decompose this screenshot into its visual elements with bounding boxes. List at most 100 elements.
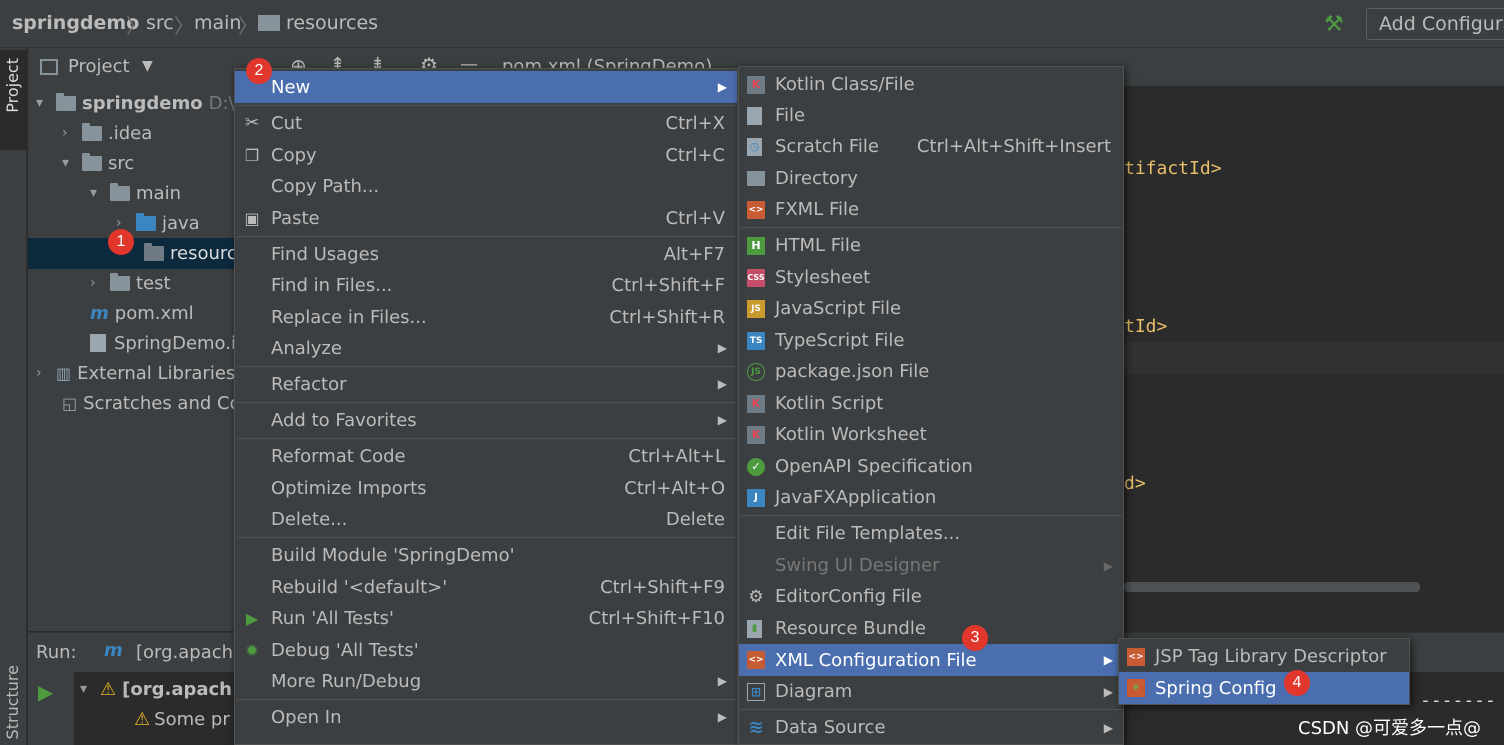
tree-item-pom[interactable]: m pom.xml bbox=[90, 298, 194, 328]
menu-item-package-json[interactable]: JS package.json File bbox=[739, 356, 1123, 387]
menu-item-delete[interactable]: Delete... Delete bbox=[235, 503, 737, 535]
menu-item-find-usages[interactable]: Find Usages Alt+F7 bbox=[235, 238, 737, 270]
menu-item-add-to-favorites[interactable]: Add to Favorites ▶ bbox=[235, 404, 737, 436]
tree-item-test[interactable]: › test bbox=[90, 268, 171, 298]
kotlin-worksheet-icon: K bbox=[747, 425, 765, 444]
menu-item-shortcut: Ctrl+Alt+O bbox=[624, 477, 725, 499]
menu-item-label: Run 'All Tests' bbox=[271, 607, 394, 629]
horizontal-scrollbar[interactable] bbox=[1124, 582, 1420, 592]
menu-item-resource-bundle[interactable]: ▮ Resource Bundle bbox=[739, 613, 1123, 644]
menu-item-label: Replace in Files... bbox=[271, 306, 427, 328]
tree-item-label: main bbox=[136, 182, 181, 204]
menu-item-rebuild[interactable]: Rebuild '<default>' Ctrl+Shift+F9 bbox=[235, 571, 737, 603]
run-tree-item[interactable]: ⚠ Some pr bbox=[134, 704, 230, 734]
menu-item-copy[interactable]: ❐ Copy Ctrl+C bbox=[235, 139, 737, 171]
menu-item-debug-all-tests[interactable]: ✹ Debug 'All Tests' bbox=[235, 634, 737, 666]
menu-item-javafx-application[interactable]: J JavaFXApplication bbox=[739, 482, 1123, 513]
kotlin-file-icon: K bbox=[747, 75, 765, 94]
menu-item-stylesheet[interactable]: CSS Stylesheet bbox=[739, 262, 1123, 293]
tree-item-label: test bbox=[136, 272, 171, 294]
tree-item-springdemo[interactable]: ▾ springdemo D:\ bbox=[36, 88, 235, 118]
tree-item-iml[interactable]: SpringDemo.i bbox=[90, 328, 236, 358]
breadcrumb-resources[interactable]: resources bbox=[286, 12, 378, 34]
menu-item-html-file[interactable]: H HTML File bbox=[739, 230, 1123, 261]
chevron-down-icon[interactable]: ▾ bbox=[62, 155, 82, 171]
menu-item-javascript-file[interactable]: JS JavaScript File bbox=[739, 293, 1123, 324]
structure-tab-label[interactable]: Structure bbox=[3, 665, 22, 739]
database-icon: ≋ bbox=[748, 717, 764, 738]
menu-item-replace-in-files[interactable]: Replace in Files... Ctrl+Shift+R bbox=[235, 301, 737, 333]
breadcrumb-project[interactable]: springdemo bbox=[12, 12, 139, 34]
chevron-down-icon[interactable]: ▾ bbox=[36, 95, 56, 111]
project-tab-label: Project bbox=[3, 58, 22, 113]
menu-item-find-in-files[interactable]: Find in Files... Ctrl+Shift+F bbox=[235, 269, 737, 301]
menu-item-optimize-imports[interactable]: Optimize Imports Ctrl+Alt+O bbox=[235, 472, 737, 504]
menu-item-scratch-file[interactable]: ◷ Scratch File Ctrl+Alt+Shift+Insert bbox=[739, 131, 1123, 162]
menu-item-build-module[interactable]: Build Module 'SpringDemo' bbox=[235, 539, 737, 571]
tree-item-resources[interactable]: resourc bbox=[144, 238, 237, 268]
menu-item-jsp-tag-library[interactable]: <> JSP Tag Library Descriptor bbox=[1119, 641, 1409, 672]
annotation-badge-4: 4 bbox=[1284, 670, 1310, 696]
project-tool-tab[interactable]: Project bbox=[0, 50, 27, 150]
menu-item-run-all-tests[interactable]: ▶ Run 'All Tests' Ctrl+Shift+F10 bbox=[235, 602, 737, 634]
tree-item-idea[interactable]: › .idea bbox=[62, 118, 152, 148]
tree-item-main[interactable]: ▾ main bbox=[90, 178, 181, 208]
scissors-icon: ✂ bbox=[244, 113, 260, 133]
menu-item-xml-configuration-file[interactable]: <> XML Configuration File ▶ bbox=[739, 644, 1123, 676]
menu-item-openapi[interactable]: ✓ OpenAPI Specification bbox=[739, 451, 1123, 482]
tree-item-external-libraries[interactable]: › ▥ External Libraries bbox=[36, 358, 235, 388]
menu-item-more-run-debug[interactable]: More Run/Debug ▶ bbox=[235, 665, 737, 697]
menu-item-copy-path[interactable]: Copy Path... bbox=[235, 170, 737, 202]
menu-item-editorconfig[interactable]: ⚙ EditorConfig File bbox=[739, 581, 1123, 612]
menu-item-data-source[interactable]: ≋ Data Source ▶ bbox=[739, 712, 1123, 743]
menu-item-spring-config[interactable]: ❦ Spring Config bbox=[1119, 672, 1409, 704]
menu-separator bbox=[236, 402, 736, 403]
tree-item-label: pom.xml bbox=[114, 302, 194, 324]
menu-item-kotlin-script[interactable]: K Kotlin Script bbox=[739, 388, 1123, 419]
menu-item-shortcut: Ctrl+Shift+F10 bbox=[588, 607, 725, 629]
run-config-tab[interactable]: [org.apache bbox=[136, 642, 244, 663]
menu-item-diagram[interactable]: ⊞ Diagram ▶ bbox=[739, 676, 1123, 707]
menu-item-shortcut: Ctrl+Shift+F bbox=[611, 274, 725, 296]
add-configuration-button[interactable]: Add Configura bbox=[1366, 8, 1504, 40]
chevron-right-icon[interactable]: › bbox=[90, 275, 110, 291]
menu-item-label: Data Source bbox=[775, 717, 886, 738]
menu-item-fxml-file[interactable]: <> FXML File bbox=[739, 194, 1123, 225]
menu-item-label: Debug 'All Tests' bbox=[271, 639, 419, 661]
menu-item-kotlin-class[interactable]: K Kotlin Class/File bbox=[739, 69, 1123, 100]
menu-item-kotlin-worksheet[interactable]: K Kotlin Worksheet bbox=[739, 419, 1123, 450]
project-panel-title[interactable]: Project bbox=[68, 56, 130, 77]
tree-item-scratches[interactable]: ◱ Scratches and Co bbox=[62, 388, 241, 418]
file-icon bbox=[747, 106, 762, 125]
menu-item-refactor[interactable]: Refactor ▶ bbox=[235, 368, 737, 400]
fxml-file-icon: <> bbox=[747, 200, 765, 219]
menu-item-typescript-file[interactable]: TS TypeScript File bbox=[739, 325, 1123, 356]
menu-item-swing-ui-designer[interactable]: Swing UI Designer ▶ bbox=[739, 550, 1123, 581]
rerun-icon[interactable]: ▶ bbox=[38, 680, 53, 704]
menu-item-label: Find Usages bbox=[271, 243, 380, 265]
menu-item-cut[interactable]: ✂ Cut Ctrl+X bbox=[235, 107, 737, 139]
menu-item-reformat-code[interactable]: Reformat Code Ctrl+Alt+L bbox=[235, 440, 737, 472]
breadcrumb-main[interactable]: main bbox=[194, 12, 241, 34]
menu-item-new[interactable]: New ▶ bbox=[235, 71, 737, 103]
menu-item-label: Diagram bbox=[775, 681, 853, 702]
chevron-right-icon[interactable]: › bbox=[62, 125, 82, 141]
menu-item-analyze[interactable]: Analyze ▶ bbox=[235, 332, 737, 364]
run-toolbar: ▶ bbox=[28, 672, 74, 745]
chevron-down-icon[interactable]: ▾ bbox=[80, 681, 100, 697]
menu-item-open-in[interactable]: Open In ▶ bbox=[235, 701, 737, 733]
chevron-right-icon[interactable]: › bbox=[36, 365, 56, 381]
menu-item-label: XML Configuration File bbox=[775, 649, 977, 671]
build-hammer-icon[interactable]: ⚒ bbox=[1324, 12, 1344, 37]
run-item-label: [org.apach bbox=[122, 678, 232, 700]
chevron-down-icon[interactable]: ▼ bbox=[142, 58, 153, 74]
menu-item-file[interactable]: File bbox=[739, 100, 1123, 131]
run-tree-item[interactable]: ▾ ⚠ [org.apach bbox=[80, 674, 232, 704]
menu-item-directory[interactable]: Directory bbox=[739, 163, 1123, 194]
menu-item-label: Open In bbox=[271, 706, 342, 728]
breadcrumb-src[interactable]: src bbox=[146, 12, 174, 34]
tree-item-src[interactable]: ▾ src bbox=[62, 148, 134, 178]
menu-item-paste[interactable]: ▣ Paste Ctrl+V bbox=[235, 202, 737, 234]
menu-item-edit-file-templates[interactable]: Edit File Templates... bbox=[739, 518, 1123, 549]
chevron-down-icon[interactable]: ▾ bbox=[90, 185, 110, 201]
